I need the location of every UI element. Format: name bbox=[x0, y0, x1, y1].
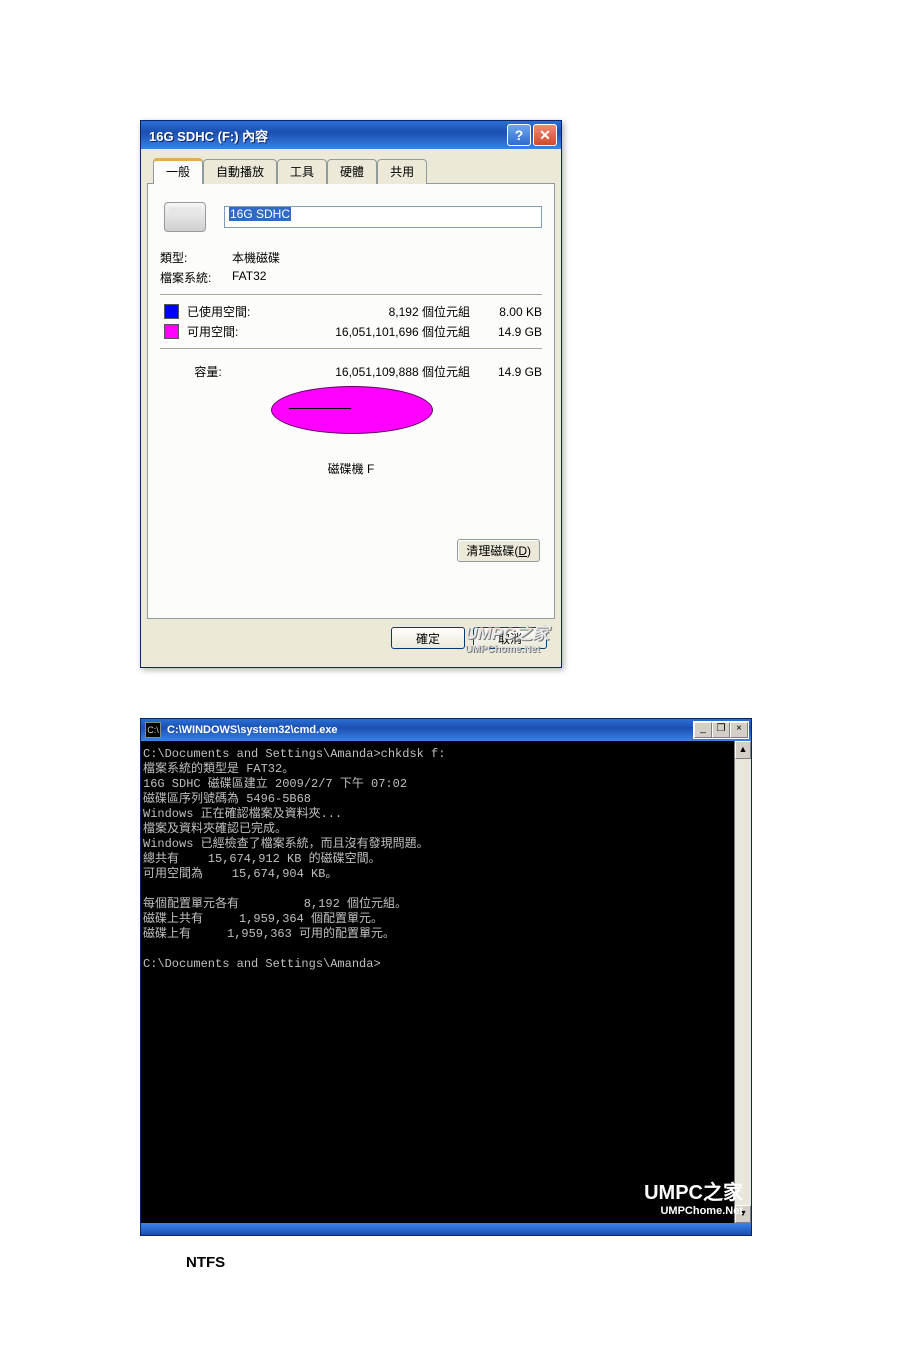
usage-pie-chart bbox=[271, 386, 431, 448]
filesystem-value: FAT32 bbox=[232, 269, 266, 286]
free-space-label: 可用空間: bbox=[187, 323, 261, 340]
volume-name-selected: 16G SDHC bbox=[229, 207, 291, 221]
close-button[interactable]: × bbox=[730, 722, 748, 738]
capacity-readable: 14.9 GB bbox=[476, 365, 542, 379]
tab-hardware[interactable]: 硬體 bbox=[327, 159, 377, 184]
used-space-label: 已使用空間: bbox=[187, 303, 261, 320]
tab-pane-general: 16G SDHC 類型: 本機磁碟 檔案系統: FAT32 已使用空間: bbox=[147, 183, 555, 619]
disk-label: 磁碟機 F bbox=[160, 460, 542, 477]
tab-tools[interactable]: 工具 bbox=[277, 159, 327, 184]
capacity-label: 容量: bbox=[160, 363, 256, 380]
tab-strip: 一般 自動播放 工具 硬體 共用 bbox=[153, 157, 555, 183]
restore-button[interactable]: ❐ bbox=[712, 722, 730, 738]
divider bbox=[160, 294, 542, 295]
cmd-output[interactable]: C:\Documents and Settings\Amanda>chkdsk … bbox=[141, 741, 734, 1223]
ok-button[interactable]: 確定 bbox=[391, 627, 465, 649]
help-button[interactable]: ? bbox=[507, 124, 531, 146]
drive-properties-dialog: 16G SDHC (F:) 內容 ? ✕ 一般 自動播放 工具 硬體 共用 16… bbox=[140, 120, 562, 668]
footnote-text: NTFS bbox=[186, 1254, 780, 1271]
cmd-window: C:\ C:\WINDOWS\system32\cmd.exe _ ❐ × C:… bbox=[140, 718, 752, 1236]
free-space-bytes: 16,051,101,696 個位元組 bbox=[261, 323, 476, 340]
scroll-down-button[interactable]: ▼ bbox=[735, 1205, 751, 1223]
tab-sharing[interactable]: 共用 bbox=[377, 159, 427, 184]
tab-autoplay[interactable]: 自動播放 bbox=[203, 159, 277, 184]
cancel-button[interactable]: 取消 bbox=[473, 627, 547, 649]
scroll-track[interactable] bbox=[735, 759, 751, 1205]
type-label: 類型: bbox=[160, 249, 232, 266]
close-button[interactable]: ✕ bbox=[533, 124, 557, 146]
volume-name-input[interactable]: 16G SDHC bbox=[224, 206, 542, 228]
type-value: 本機磁碟 bbox=[232, 249, 280, 266]
minimize-button[interactable]: _ bbox=[694, 722, 712, 738]
vertical-scrollbar[interactable]: ▲ ▼ bbox=[734, 741, 751, 1223]
cmd-title: C:\WINDOWS\system32\cmd.exe bbox=[167, 724, 693, 736]
used-space-readable: 8.00 KB bbox=[476, 305, 542, 319]
used-space-bytes: 8,192 個位元組 bbox=[261, 303, 476, 320]
dialog-titlebar[interactable]: 16G SDHC (F:) 內容 ? ✕ bbox=[141, 121, 561, 149]
free-space-readable: 14.9 GB bbox=[476, 325, 542, 339]
scroll-up-button[interactable]: ▲ bbox=[735, 741, 751, 759]
cmd-titlebar[interactable]: C:\ C:\WINDOWS\system32\cmd.exe _ ❐ × bbox=[141, 719, 751, 741]
filesystem-label: 檔案系統: bbox=[160, 269, 232, 286]
tab-general[interactable]: 一般 bbox=[153, 158, 203, 184]
dialog-title: 16G SDHC (F:) 內容 bbox=[149, 126, 505, 145]
used-space-swatch bbox=[164, 304, 179, 319]
divider bbox=[160, 348, 542, 349]
drive-icon bbox=[164, 202, 206, 232]
free-space-swatch bbox=[164, 324, 179, 339]
capacity-bytes: 16,051,109,888 個位元組 bbox=[256, 363, 476, 380]
taskbar-sliver bbox=[141, 1223, 751, 1235]
cmd-icon: C:\ bbox=[145, 722, 161, 738]
disk-cleanup-button[interactable]: 清理磁碟(D) bbox=[457, 539, 540, 562]
